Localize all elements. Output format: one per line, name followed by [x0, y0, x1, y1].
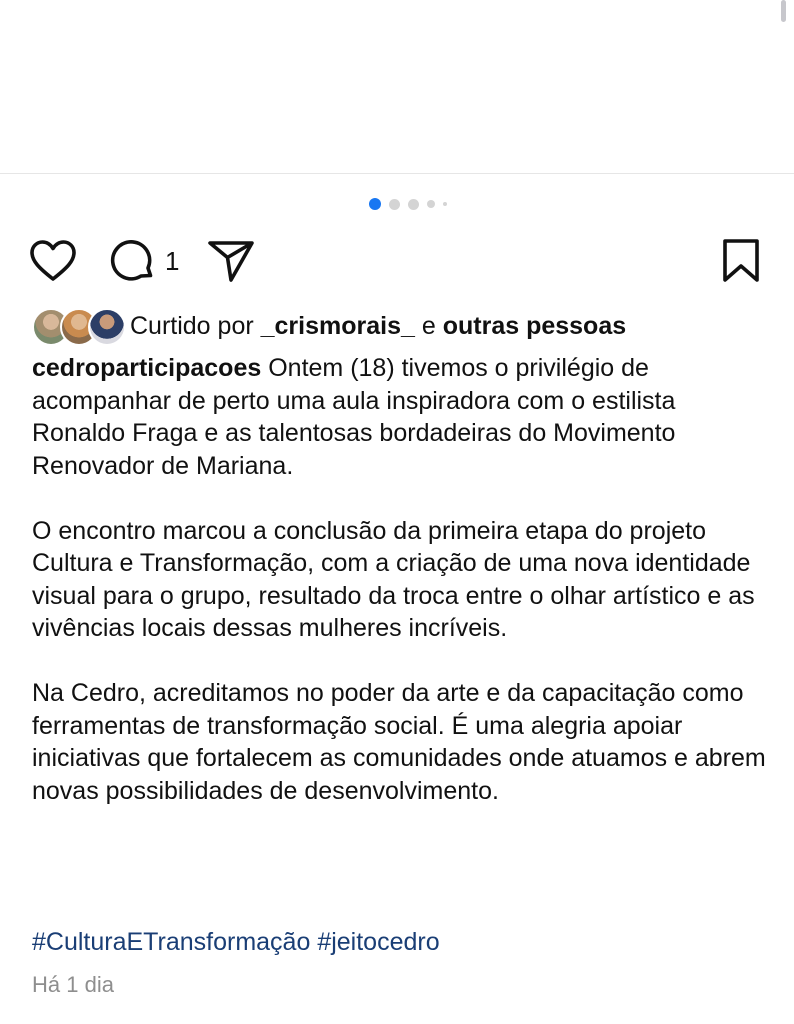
post-username[interactable]: cedroparticipacoes — [32, 354, 261, 382]
hashtags: #CulturaETransformação #jeitocedro — [32, 926, 440, 958]
speech-bubble-icon — [110, 240, 153, 281]
carousel-dot — [443, 202, 447, 206]
hashtag-link[interactable]: #CulturaETransformação — [32, 928, 310, 956]
liker-avatars[interactable] — [32, 308, 126, 346]
caption-paragraph: Na Cedro, acreditamos no poder da arte e… — [32, 679, 766, 805]
caption-paragraph: cedroparticipacoes Ontem (18) tivemos o … — [32, 352, 772, 482]
carousel-dot-active — [369, 198, 381, 210]
liked-by-others-link[interactable]: outras pessoas — [443, 312, 626, 341]
liked-by-user-link[interactable]: _crismorais_ — [261, 312, 415, 341]
paper-plane-icon — [208, 241, 254, 282]
liked-by-prefix: Curtido por — [130, 311, 254, 340]
carousel-indicator — [369, 197, 447, 211]
liked-by-connector: e — [421, 311, 436, 340]
post-caption: cedroparticipacoes Ontem (18) tivemos o … — [32, 352, 772, 840]
heart-outline-icon — [30, 240, 76, 281]
carousel-dot — [389, 198, 400, 210]
bookmark-icon — [723, 239, 759, 282]
save-button[interactable] — [716, 236, 766, 286]
comment-button[interactable] — [108, 236, 158, 286]
post-media-area[interactable] — [0, 0, 794, 173]
post-action-bar: 1 — [0, 230, 794, 290]
carousel-dot — [408, 198, 419, 210]
caption-paragraph: O encontro marcou a conclusão da primeir… — [32, 516, 755, 643]
post-timestamp: Há 1 dia — [32, 972, 114, 997]
share-button[interactable] — [206, 236, 256, 286]
liked-by-row[interactable]: Curtido por _crismorais_ e outras pessoa… — [32, 308, 626, 346]
hashtag-link[interactable]: #jeitocedro — [317, 928, 439, 956]
avatar — [88, 308, 126, 346]
scrollbar[interactable] — [781, 0, 786, 22]
carousel-dot — [427, 200, 435, 208]
media-divider — [0, 173, 794, 174]
like-button[interactable] — [28, 236, 78, 286]
comment-count[interactable]: 1 — [165, 246, 179, 277]
